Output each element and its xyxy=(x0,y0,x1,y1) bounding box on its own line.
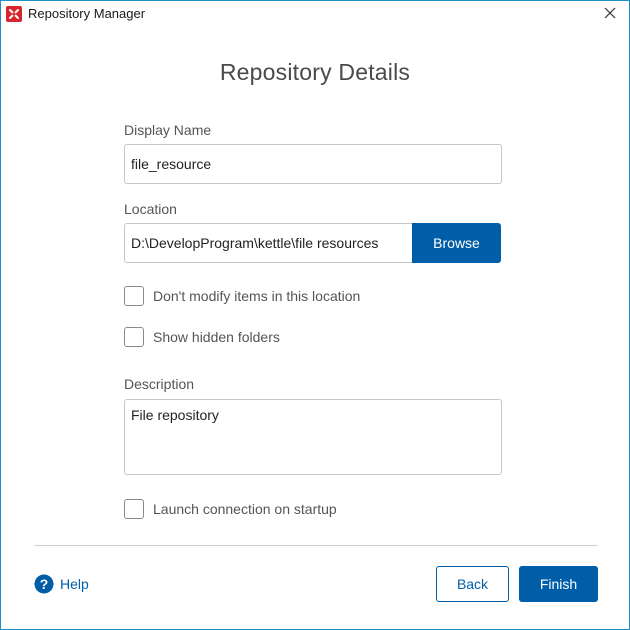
window-title: Repository Manager xyxy=(28,6,146,21)
location-label: Location xyxy=(124,201,177,217)
question-circle-icon: ? xyxy=(34,574,54,594)
pentaho-kettle-icon xyxy=(6,6,22,22)
browse-button[interactable]: Browse xyxy=(412,223,501,263)
launch-on-startup-option[interactable]: Launch connection on startup xyxy=(124,498,337,520)
footer-divider xyxy=(34,545,598,546)
show-hidden-label: Show hidden folders xyxy=(153,329,280,345)
description-textarea[interactable]: File repository xyxy=(124,399,502,475)
dont-modify-checkbox[interactable] xyxy=(124,286,144,306)
help-label: Help xyxy=(60,576,89,592)
repository-manager-window: Repository Manager Repository Details Di… xyxy=(0,0,630,630)
close-icon[interactable] xyxy=(601,4,619,22)
title-bar: Repository Manager xyxy=(1,1,629,26)
display-name-input[interactable] xyxy=(124,144,502,184)
dont-modify-option[interactable]: Don't modify items in this location xyxy=(124,285,360,307)
page-title: Repository Details xyxy=(219,59,411,85)
dont-modify-label: Don't modify items in this location xyxy=(153,288,361,304)
svg-text:?: ? xyxy=(40,576,49,592)
help-link[interactable]: ? Help xyxy=(34,573,89,595)
launch-on-startup-checkbox[interactable] xyxy=(124,499,144,519)
back-button[interactable]: Back xyxy=(436,566,509,602)
description-label: Description xyxy=(124,376,195,392)
launch-on-startup-label: Launch connection on startup xyxy=(153,501,337,517)
finish-button[interactable]: Finish xyxy=(519,566,598,602)
display-name-label: Display Name xyxy=(124,122,212,138)
show-hidden-checkbox[interactable] xyxy=(124,327,144,347)
show-hidden-option[interactable]: Show hidden folders xyxy=(124,326,280,348)
location-input[interactable] xyxy=(124,223,413,263)
